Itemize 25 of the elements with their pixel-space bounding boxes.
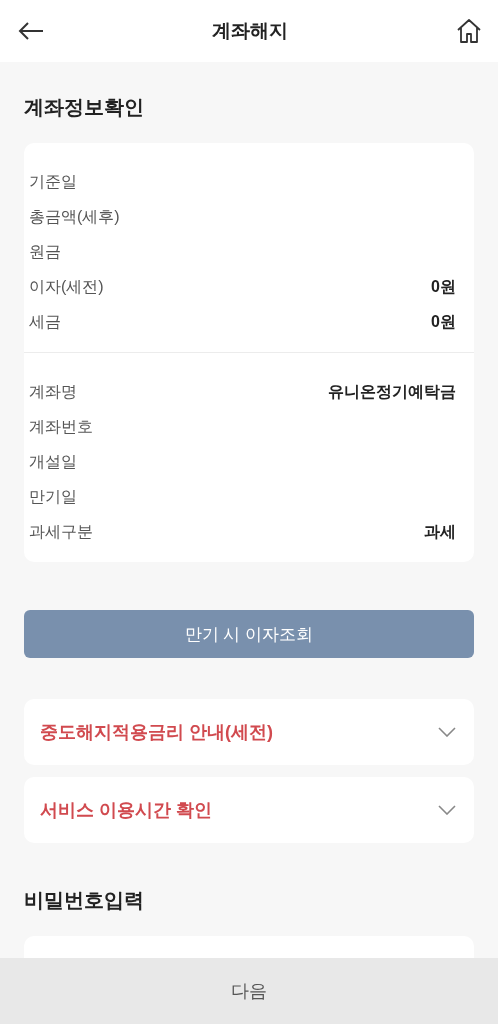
info-label: 계좌명	[29, 382, 77, 402]
interest-inquiry-button[interactable]: 만기 시 이자조회	[24, 610, 474, 658]
section-title: 비밀번호입력	[24, 888, 145, 913]
info-label: 만기일	[29, 487, 77, 507]
accordion-header[interactable]: 서비스 이용시간 확인	[24, 777, 474, 843]
info-label: 기준일	[29, 172, 77, 192]
next-button[interactable]: 다음	[0, 958, 498, 1024]
info-label: 이자(세전)	[29, 277, 104, 297]
info-label: 세금	[29, 312, 61, 332]
info-label: 과세구분	[29, 522, 93, 542]
back-arrow-icon	[18, 21, 44, 41]
info-value: 과세	[424, 522, 456, 542]
info-value: 유니온정기예탁금	[328, 382, 456, 402]
section-title: 계좌정보확인	[24, 95, 145, 120]
info-label: 개설일	[29, 452, 77, 472]
back-button[interactable]	[18, 21, 44, 41]
info-value: 0원	[431, 277, 456, 297]
page-title: 계좌해지	[212, 19, 288, 43]
home-button[interactable]	[456, 18, 482, 44]
accordion-header[interactable]: 중도해지적용금리 안내(세전)	[24, 699, 474, 765]
info-value: 0원	[431, 312, 456, 332]
info-label: 계좌번호	[29, 417, 93, 437]
info-label: 총금액(세후)	[29, 207, 120, 227]
home-icon	[456, 18, 482, 44]
info-label: 원금	[29, 242, 61, 262]
